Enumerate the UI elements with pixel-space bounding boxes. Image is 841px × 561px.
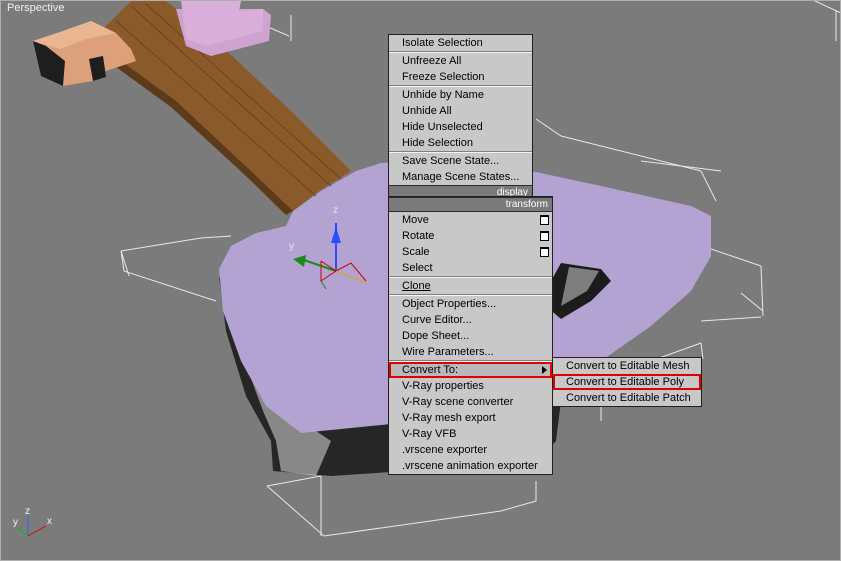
- menu-item-hide-selection[interactable]: Hide Selection: [389, 135, 532, 151]
- menu-item-unfreeze-all[interactable]: Unfreeze All: [389, 53, 532, 69]
- tripod-z-label: z: [25, 506, 30, 517]
- menu-item-rotate[interactable]: Rotate: [389, 228, 552, 244]
- menu-item-vray-properties[interactable]: V-Ray properties: [389, 378, 552, 394]
- menu-item-unhide-all[interactable]: Unhide All: [389, 103, 532, 119]
- menu-item-vray-mesh-export[interactable]: V-Ray mesh export: [389, 410, 552, 426]
- menu-item-select[interactable]: Select: [389, 260, 552, 276]
- menu-item-move[interactable]: Move: [389, 212, 552, 228]
- menu-item-save-scene-state[interactable]: Save Scene State...: [389, 153, 532, 169]
- menu-item-vrscene-exporter[interactable]: .vrscene exporter: [389, 442, 552, 458]
- menu-header-transform: transform: [389, 197, 552, 212]
- menu-item-vrscene-animation-exporter[interactable]: .vrscene animation exporter: [389, 458, 552, 474]
- menu-item-move-label: Move: [402, 214, 429, 226]
- menu-item-curve-editor[interactable]: Curve Editor...: [389, 312, 552, 328]
- menu-item-clone-label: Clone: [402, 280, 431, 292]
- submenu-item-editable-poly[interactable]: Convert to Editable Poly: [553, 374, 701, 390]
- settings-box-icon[interactable]: [540, 231, 549, 241]
- menu-item-unhide-by-name[interactable]: Unhide by Name: [389, 87, 532, 103]
- menu-item-vray-scene-converter[interactable]: V-Ray scene converter: [389, 394, 552, 410]
- perspective-viewport[interactable]: Perspective z y z y x Isolate Selection …: [0, 0, 841, 561]
- menu-item-freeze-selection[interactable]: Freeze Selection: [389, 69, 532, 85]
- menu-item-scale[interactable]: Scale: [389, 244, 552, 260]
- menu-item-rotate-label: Rotate: [402, 230, 435, 242]
- settings-box-icon[interactable]: [540, 247, 549, 257]
- tripod-y-label: y: [13, 517, 18, 528]
- menu-item-convert-to-label: Convert To:: [402, 364, 459, 376]
- menu-item-scale-label: Scale: [402, 246, 430, 258]
- tripod-x-label: x: [47, 516, 52, 527]
- gizmo-z-label: z: [333, 205, 338, 216]
- menu-item-wire-parameters[interactable]: Wire Parameters...: [389, 344, 552, 360]
- submenu-item-editable-mesh[interactable]: Convert to Editable Mesh: [553, 358, 701, 374]
- quad-menu-transform: transform Move Rotate Scale Select Clone…: [388, 196, 553, 475]
- menu-item-object-properties[interactable]: Object Properties...: [389, 296, 552, 312]
- submenu-item-editable-patch[interactable]: Convert to Editable Patch: [553, 390, 701, 406]
- convert-to-submenu: Convert to Editable Mesh Convert to Edit…: [552, 357, 702, 407]
- axis-tripod: z y x: [13, 506, 52, 537]
- menu-item-vray-vfb[interactable]: V-Ray VFB: [389, 426, 552, 442]
- quad-menu-display: Isolate Selection Unfreeze All Freeze Se…: [388, 34, 533, 201]
- gizmo-y-label: y: [289, 241, 294, 252]
- menu-item-convert-to[interactable]: Convert To:: [389, 362, 552, 378]
- menu-item-dope-sheet[interactable]: Dope Sheet...: [389, 328, 552, 344]
- submenu-arrow-icon: [542, 366, 547, 374]
- settings-box-icon[interactable]: [540, 215, 549, 225]
- menu-item-clone[interactable]: Clone: [389, 278, 552, 294]
- menu-item-manage-scene-states[interactable]: Manage Scene States...: [389, 169, 532, 185]
- menu-item-isolate-selection[interactable]: Isolate Selection: [389, 35, 532, 51]
- menu-item-hide-unselected[interactable]: Hide Unselected: [389, 119, 532, 135]
